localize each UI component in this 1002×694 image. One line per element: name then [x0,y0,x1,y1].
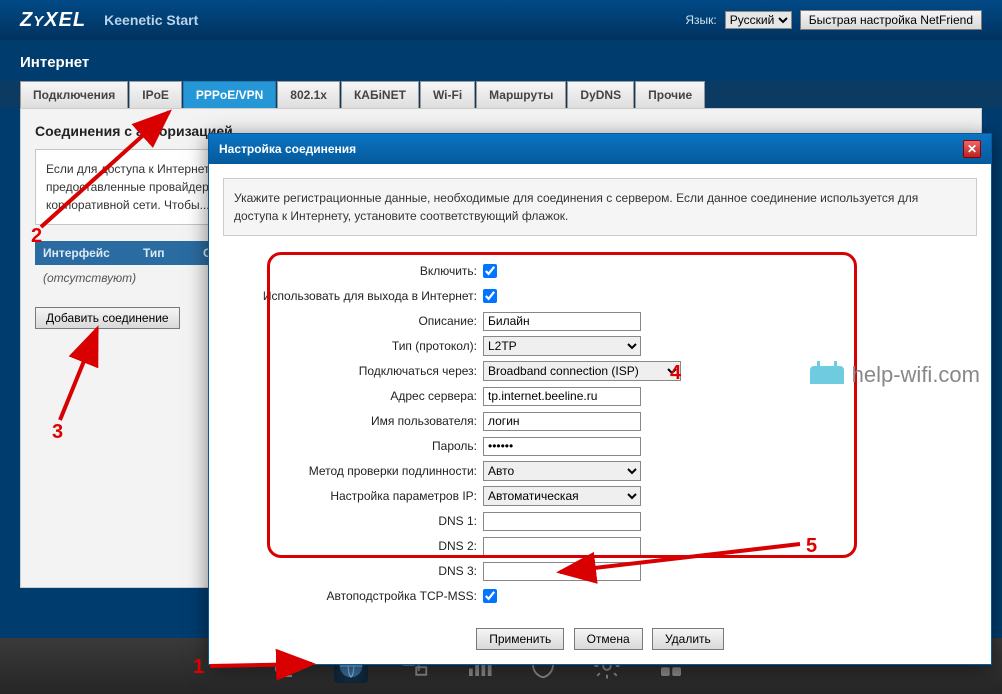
label-enable: Включить: [233,264,483,278]
netfriend-button[interactable]: Быстрая настройка NetFriend [800,10,982,30]
tab-8021x[interactable]: 802.1x [277,81,340,108]
add-connection-button[interactable]: Добавить соединение [35,307,180,329]
cancel-button[interactable]: Отмена [574,628,643,650]
label-dns1: DNS 1: [233,514,483,528]
modal-title: Настройка соединения [219,142,356,156]
username-field[interactable] [483,412,641,431]
tab-other[interactable]: Прочие [635,81,705,108]
tab-dydns[interactable]: DyDNS [567,81,634,108]
tab-pppoe-vpn[interactable]: PPPoE/VPN [183,81,276,108]
label-pass: Пароль: [233,439,483,453]
page-title: Интернет [0,40,1002,81]
tab-connections[interactable]: Подключения [20,81,128,108]
apply-button[interactable]: Применить [476,628,564,650]
label-user: Имя пользователя: [233,414,483,428]
label-description: Описание: [233,314,483,328]
label-auth: Метод проверки подлинности: [233,464,483,478]
ip-config-select[interactable]: Автоматическая [483,486,641,506]
label-via: Подключаться через: [233,364,483,378]
col-type: Тип [135,241,195,265]
label-server: Адрес сервера: [233,389,483,403]
app-header: ZYXEL Keenetic Start Язык: Русский Быстр… [0,0,1002,40]
password-field[interactable] [483,437,641,456]
tab-kabinet[interactable]: КАБiNET [341,81,419,108]
product-name: Keenetic Start [104,12,198,28]
label-dns3: DNS 3: [233,564,483,578]
dns3-field[interactable] [483,562,641,581]
tab-routes[interactable]: Маршруты [476,81,566,108]
tcp-mss-checkbox[interactable] [483,589,497,603]
label-use-internet: Использовать для выхода в Интернет: [233,289,483,303]
connection-settings-modal: Настройка соединения ✕ Укажите регистрац… [208,133,992,665]
use-internet-checkbox[interactable] [483,289,497,303]
label-type: Тип (протокол): [233,339,483,353]
language-label: Язык: [685,13,716,27]
label-ip: Настройка параметров IP: [233,489,483,503]
dns1-field[interactable] [483,512,641,531]
label-dns2: DNS 2: [233,539,483,553]
auth-select[interactable]: Авто [483,461,641,481]
logo: ZYXEL [20,9,86,32]
tab-wifi[interactable]: Wi-Fi [420,81,475,108]
delete-button[interactable]: Удалить [652,628,724,650]
language-select[interactable]: Русский [725,11,792,29]
close-icon[interactable]: ✕ [963,140,981,158]
modal-title-bar: Настройка соединения ✕ [209,134,991,164]
enable-checkbox[interactable] [483,264,497,278]
dns2-field[interactable] [483,537,641,556]
col-interface: Интерфейс [35,241,135,265]
server-field[interactable] [483,387,641,406]
type-select[interactable]: L2TP [483,336,641,356]
tab-bar: Подключения IPoE PPPoE/VPN 802.1x КАБiNE… [0,81,1002,108]
modal-info: Укажите регистрационные данные, необходи… [223,178,977,236]
tab-ipoe[interactable]: IPoE [129,81,182,108]
label-mss: Автоподстройка TCP-MSS: [233,589,483,603]
connect-via-select[interactable]: Broadband connection (ISP) [483,361,681,381]
description-field[interactable] [483,312,641,331]
